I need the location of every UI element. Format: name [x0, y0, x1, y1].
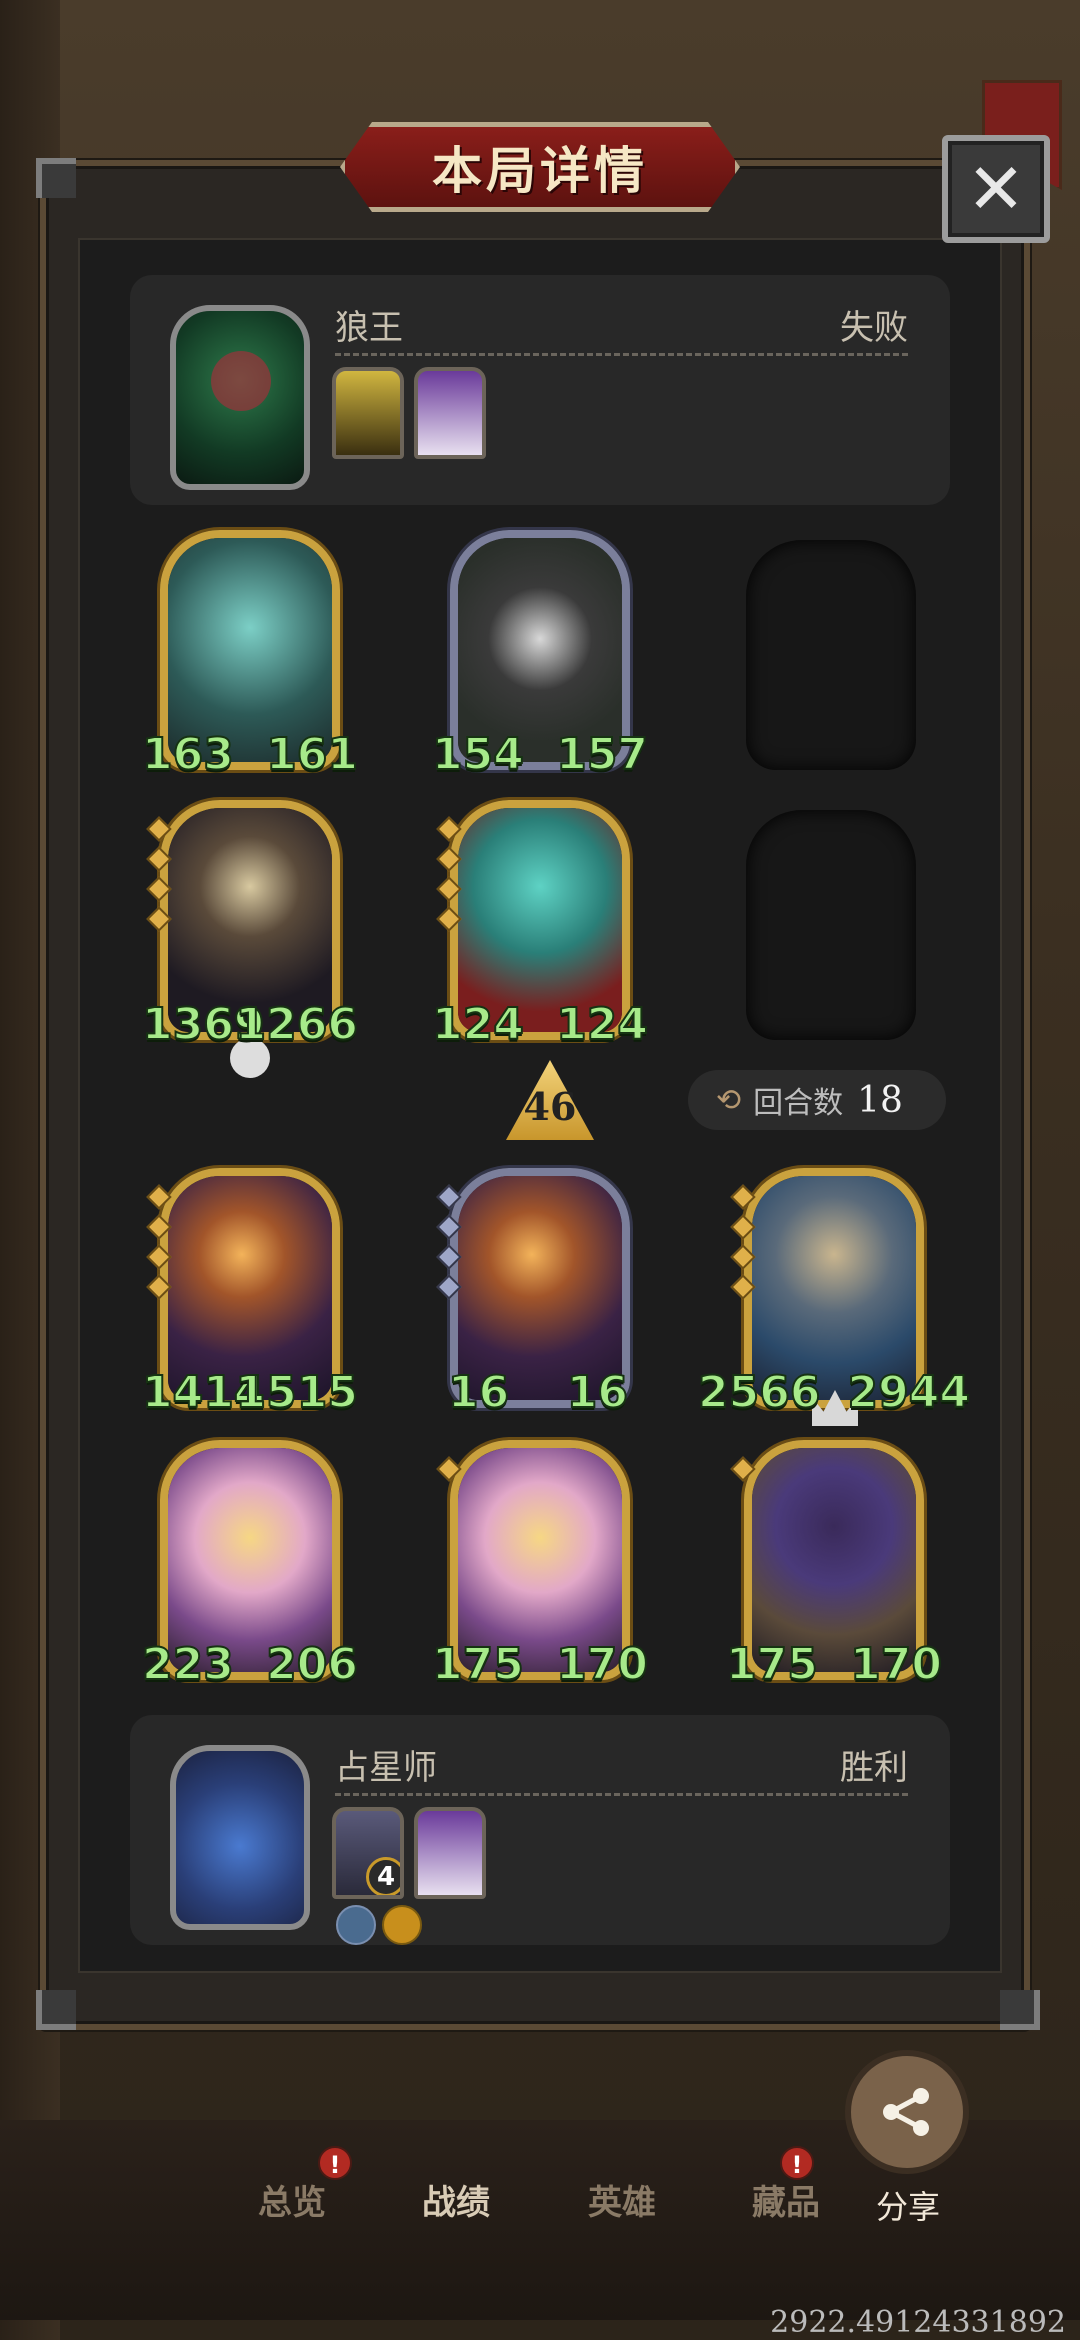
share-button[interactable] [845, 2050, 969, 2174]
attack-value: 124 [431, 998, 525, 1051]
player-item-dagger[interactable]: 4 [332, 1807, 404, 1899]
health-value: 170 [555, 1638, 649, 1691]
sword-buff-icon [336, 1905, 376, 1945]
minion-card[interactable]: 154 157 [431, 530, 649, 781]
round-counter: ⟲ 回合数 18 [688, 1070, 946, 1130]
tab-overview[interactable]: 总览 [258, 2175, 326, 2224]
minion-card[interactable]: 124 124 [431, 800, 649, 1051]
empty-slot [746, 810, 916, 1040]
refresh-icon: ⟲ [716, 1082, 742, 1118]
attack-value: 175 [431, 1638, 525, 1691]
item-level-badge: 4 [366, 1857, 400, 1895]
page-title: 本局详情 [432, 142, 648, 200]
close-icon: ✕ [966, 148, 1026, 230]
divider [335, 1793, 908, 1796]
health-value: 157 [555, 728, 649, 781]
opponent-avatar [170, 305, 310, 490]
strength-buff-icon [382, 1905, 422, 1945]
opponent-summary: 狼王 失败 [130, 275, 950, 505]
tab-battle-record[interactable]: 战绩 [422, 2175, 490, 2224]
minion-card[interactable]: 1369 1266 [141, 800, 359, 1078]
minion-card[interactable]: 175 170 [725, 1440, 943, 1691]
share-icon [883, 2088, 929, 2136]
player-name: 占星师 [335, 1748, 437, 1788]
share-label: 分享 [876, 2188, 941, 2226]
minion-card[interactable]: 16 16 [436, 1168, 630, 1419]
player-item-tavern[interactable] [414, 1807, 486, 1899]
opponent-result: 失败 [840, 308, 908, 348]
divider [335, 353, 908, 356]
corner-ornament [36, 158, 76, 198]
notification-badge: ! [780, 2146, 814, 2180]
health-value: 206 [265, 1638, 359, 1691]
player-summary: 占星师 胜利 4 [130, 1715, 950, 1945]
health-value: 1515 [235, 1366, 359, 1419]
attack-value: 175 [725, 1638, 819, 1691]
minion-card[interactable]: 163 161 [141, 530, 359, 781]
corner-ornament [1000, 1990, 1040, 2030]
tab-heroes[interactable]: 英雄 [588, 2175, 656, 2224]
round-label: 回合数 [753, 1086, 844, 1121]
close-button[interactable]: ✕ [942, 135, 1050, 243]
tavern-level-badge: 46 [506, 1060, 594, 1140]
minion-card[interactable]: 1414 1515 [141, 1168, 359, 1419]
opponent-item-wolf[interactable] [332, 367, 404, 459]
corner-ornament [36, 1990, 76, 2030]
player-result: 胜利 [840, 1748, 908, 1788]
health-value: 161 [265, 728, 359, 781]
tavern-level: 46 [523, 1084, 577, 1129]
attack-value: 2566 [697, 1366, 821, 1419]
health-value: 2944 [847, 1366, 971, 1419]
minion-card[interactable]: 175 170 [431, 1440, 649, 1691]
health-value: 16 [566, 1366, 629, 1419]
tab-collection[interactable]: 藏品 [752, 2175, 820, 2224]
opponent-item-tavern[interactable] [414, 367, 486, 459]
attack-value: 16 [447, 1366, 510, 1419]
attack-value: 154 [431, 728, 525, 781]
empty-slot [746, 540, 916, 770]
minion-card[interactable]: 223 206 [141, 1440, 359, 1691]
attack-value: 163 [141, 728, 235, 781]
footer-numbers: 2922.49124331892 [770, 2305, 1066, 2340]
player-avatar [170, 1745, 310, 1930]
health-value: 170 [849, 1638, 943, 1691]
health-value: 1266 [235, 998, 359, 1051]
title-plate: 本局详情 [340, 122, 740, 212]
opponent-name: 狼王 [335, 308, 403, 348]
notification-badge: ! [318, 2146, 352, 2180]
minion-card[interactable]: 2566 2944 [697, 1168, 971, 1426]
round-count: 18 [857, 1079, 903, 1121]
health-value: 124 [555, 998, 649, 1051]
attack-value: 223 [141, 1638, 235, 1691]
